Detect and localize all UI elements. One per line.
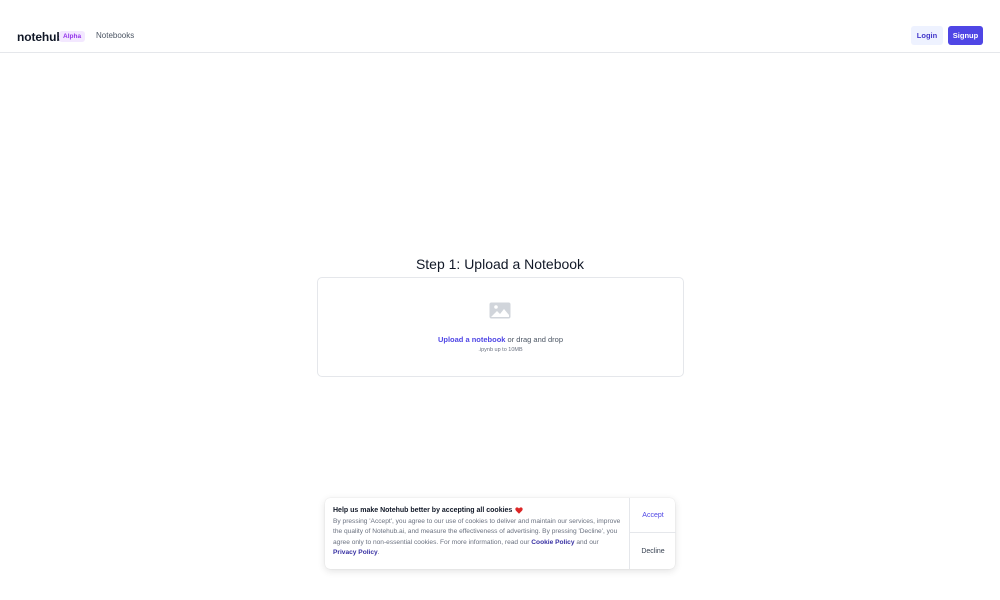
upload-notebook-link[interactable]: Upload a notebook bbox=[438, 335, 506, 344]
decline-cookies-button[interactable]: Decline bbox=[630, 533, 676, 569]
cookie-title: Help us make Notehub better by accepting… bbox=[333, 507, 623, 514]
drag-drop-text: or drag and drop bbox=[505, 335, 564, 344]
cookie-text-end: . bbox=[377, 549, 380, 557]
upload-dropzone[interactable]: Upload a notebook or drag and drop .ipyn… bbox=[317, 277, 684, 377]
accept-cookies-button[interactable]: Accept bbox=[630, 498, 676, 533]
page-title: Step 1: Upload a Notebook bbox=[415, 256, 585, 272]
nav-notebooks-link[interactable]: Notebooks bbox=[96, 31, 134, 40]
cookie-actions: Accept Decline bbox=[629, 498, 676, 569]
heart-icon bbox=[515, 507, 523, 514]
cookie-message: Help us make Notehub better by accepting… bbox=[333, 507, 623, 559]
login-button[interactable]: Login bbox=[911, 26, 943, 45]
cookie-text-join: and our bbox=[574, 538, 599, 546]
image-icon bbox=[489, 302, 511, 319]
signup-button[interactable]: Signup bbox=[948, 26, 983, 45]
cookie-policy-link[interactable]: Cookie Policy bbox=[531, 539, 574, 546]
file-type-hint: .ipynb up to 10MB bbox=[478, 347, 523, 353]
cookie-title-text: Help us make Notehub better by accepting… bbox=[333, 507, 513, 514]
cookie-banner: Help us make Notehub better by accepting… bbox=[325, 498, 676, 569]
cookie-description: By pressing 'Accept', you agree to our u… bbox=[333, 517, 623, 559]
upload-instructions: Upload a notebook or drag and drop bbox=[318, 335, 683, 344]
privacy-policy-link[interactable]: Privacy Policy bbox=[333, 549, 378, 556]
top-nav: notehub.ai Alpha Notebooks Login Signup bbox=[0, 0, 1000, 53]
alpha-badge: Alpha bbox=[59, 31, 86, 42]
